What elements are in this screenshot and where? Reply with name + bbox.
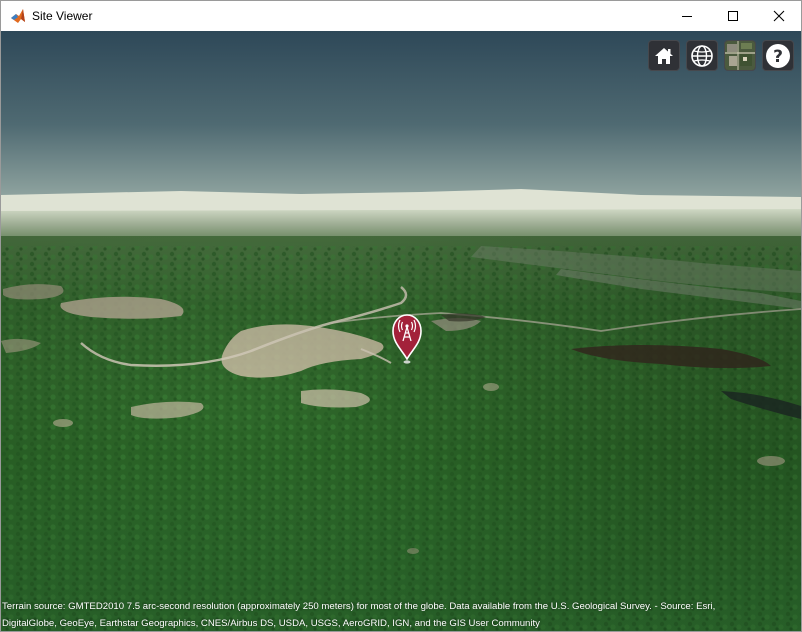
maximize-icon	[728, 11, 738, 21]
credits-line-1: Terrain source: GMTED2010 7.5 arc-second…	[2, 601, 716, 612]
minimize-button[interactable]	[664, 1, 710, 31]
close-button[interactable]	[756, 1, 801, 31]
satellite-basemap-icon	[725, 41, 755, 70]
globe-view-button[interactable]	[686, 40, 718, 71]
viewer-toolbar: ?	[648, 40, 794, 71]
site-marker[interactable]	[391, 313, 423, 365]
window-title: Site Viewer	[32, 9, 93, 23]
help-icon: ?	[766, 43, 790, 68]
site-viewer-window: Site Viewer ? Terrain source: GMTED2010 …	[0, 0, 802, 632]
minimize-icon	[682, 16, 692, 17]
map-viewport[interactable]: ? Terrain source: GMTED2010 7.5 arc-seco…	[1, 31, 801, 631]
help-button[interactable]: ?	[762, 40, 794, 71]
close-icon	[773, 10, 785, 22]
matlab-logo-icon	[11, 9, 25, 23]
title-bar[interactable]: Site Viewer	[1, 1, 801, 31]
credits-line-2: DigitalGlobe, GeoEye, Earthstar Geograph…	[2, 618, 540, 629]
attribution-credits: Terrain source: GMTED2010 7.5 arc-second…	[2, 598, 792, 631]
home-button[interactable]	[648, 40, 680, 71]
svg-text:?: ?	[773, 47, 783, 67]
maximize-button[interactable]	[710, 1, 756, 31]
globe-icon	[691, 44, 713, 67]
basemap-picker-button[interactable]	[724, 40, 756, 71]
home-icon	[655, 47, 673, 64]
transmitter-antenna-icon	[392, 314, 422, 364]
